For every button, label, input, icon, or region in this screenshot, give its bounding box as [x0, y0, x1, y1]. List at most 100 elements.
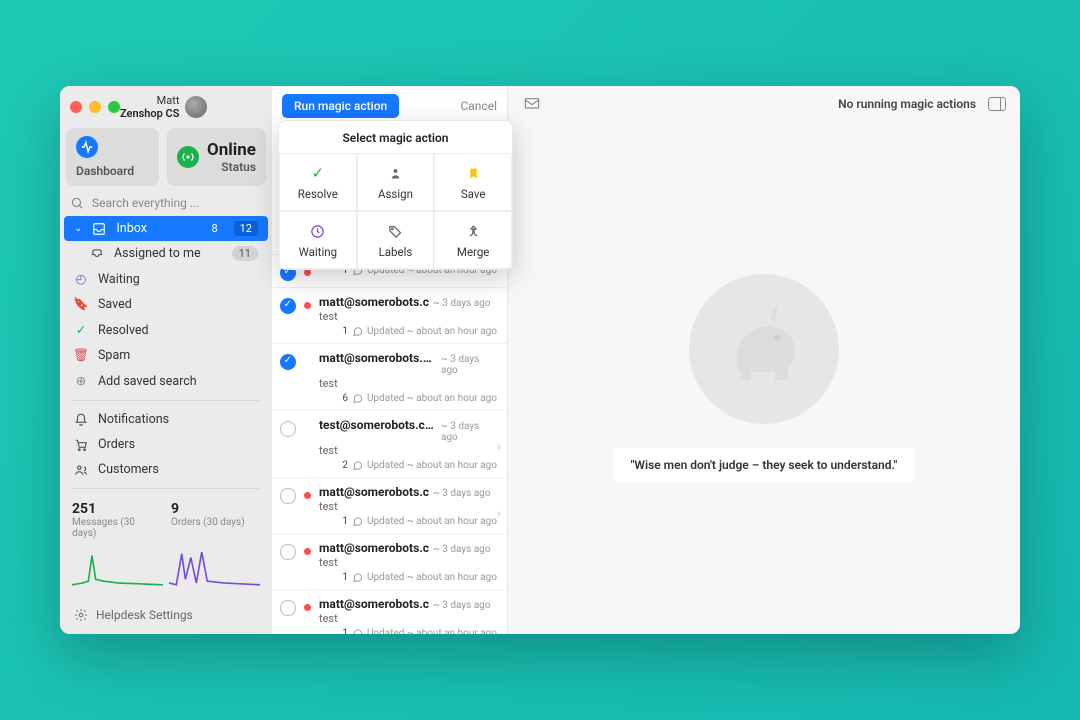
status-dot [304, 548, 311, 555]
chevron-down-icon: ⌄ [74, 223, 82, 234]
comment-icon [352, 516, 363, 527]
thread-date: ~ 3 days ago [441, 421, 497, 443]
thread-count: 2 [342, 460, 348, 471]
thread-item[interactable]: matt@somerobots.c~ 3 days agotest1Update… [272, 477, 507, 533]
action-save[interactable]: Save [434, 153, 512, 211]
thread-item[interactable]: matt@somerobots.c~ 3 days agotest1Update… [272, 533, 507, 589]
nav-assigned[interactable]: Assigned to me 11 [60, 241, 272, 266]
nav-assigned-label: Assigned to me [114, 246, 201, 261]
status-dot [304, 358, 311, 365]
thread-item[interactable]: matt@somerobots.com~ 3 days agotest6Upda… [272, 343, 507, 410]
action-labels-label: Labels [379, 245, 413, 259]
action-resolve-label: Resolve [298, 187, 338, 201]
run-magic-action-button[interactable]: Run magic action [282, 94, 399, 118]
orders-count: 9 [171, 501, 260, 517]
maximize-window-button[interactable] [108, 101, 120, 113]
nav-notifications[interactable]: Notifications [60, 407, 272, 432]
thread-count: 1 [342, 572, 348, 583]
comment-icon [352, 393, 363, 404]
minimize-window-button[interactable] [89, 101, 101, 113]
thread-from: matt@somerobots.c [319, 541, 429, 555]
select-checkbox[interactable] [280, 544, 296, 560]
nav-add-saved-label: Add saved search [98, 374, 197, 389]
action-waiting[interactable]: Waiting [279, 211, 357, 269]
thread-meta: Updated ~ about an hour ago [367, 326, 497, 337]
bell-icon [74, 413, 88, 427]
nav-inbox-label: Inbox [116, 221, 147, 236]
thread-date: ~ 3 days ago [441, 354, 497, 376]
thread-date: ~ 3 days ago [433, 600, 491, 611]
comment-icon [352, 326, 363, 337]
nav-customers[interactable]: Customers [60, 457, 272, 482]
search-placeholder: Search everything ... [92, 196, 199, 210]
action-resolve[interactable]: ✓ Resolve [279, 153, 357, 211]
panel-toggle-icon[interactable] [988, 97, 1006, 111]
action-assign[interactable]: Assign [357, 153, 435, 211]
select-checkbox[interactable] [280, 488, 296, 504]
comment-icon [352, 460, 363, 471]
person-icon [388, 165, 403, 181]
action-labels[interactable]: Labels [357, 211, 435, 269]
empty-quote: "Wise men don't judge – they seek to und… [613, 448, 916, 482]
nav-add-saved[interactable]: ⊕ Add saved search [60, 368, 272, 394]
thread-from: matt@somerobots.com [319, 351, 437, 365]
thread-subject: test [319, 500, 497, 513]
comment-icon [352, 572, 363, 583]
magic-action-popover: Select magic action ✓ Resolve Assign S [278, 120, 513, 270]
action-waiting-label: Waiting [299, 245, 337, 259]
status-value: Online [207, 140, 256, 160]
nav-spam[interactable]: 🗑 Spam [60, 343, 272, 368]
nav-waiting-label: Waiting [98, 272, 140, 287]
thread-from: matt@somerobots.c [319, 597, 429, 611]
select-checkbox[interactable] [280, 600, 296, 616]
thread-meta: Updated ~ about an hour ago [367, 460, 497, 471]
avatar[interactable] [185, 96, 207, 118]
divider [72, 488, 260, 489]
search-input[interactable]: Search everything ... [70, 196, 262, 210]
nav-resolved[interactable]: ✓ Resolved [60, 317, 272, 343]
thread-date: ~ 3 days ago [433, 544, 491, 555]
thread-item[interactable]: matt@somerobots.c~ 3 days agotest1Update… [272, 589, 507, 634]
check-icon: ✓ [74, 322, 88, 338]
messages-sparkline [72, 545, 163, 590]
thread-item[interactable]: matt@somerobots.c~ 3 days agotest1Update… [272, 287, 507, 343]
chevron-right-icon: › [497, 506, 501, 522]
assigned-icon [90, 247, 104, 261]
select-checkbox[interactable] [280, 421, 296, 437]
empty-illustration [689, 274, 839, 424]
footer-label: Helpdesk Settings [96, 608, 193, 622]
thread-item[interactable]: test@somerobots.com~ 3 days agotest2Upda… [272, 410, 507, 477]
action-merge[interactable]: Merge [434, 211, 512, 269]
messages-label: Messages (30 days) [72, 517, 161, 539]
running-status: No running magic actions [838, 97, 976, 111]
search-icon [70, 196, 84, 210]
nav-inbox[interactable]: ⌄ Inbox 8 12 [64, 216, 268, 241]
footer-settings[interactable]: Helpdesk Settings [60, 596, 272, 634]
messages-count: 251 [72, 501, 161, 517]
status-card[interactable]: Online Status [167, 128, 266, 186]
nav-waiting[interactable]: ◴ Waiting [60, 266, 272, 292]
mail-icon[interactable] [522, 96, 542, 112]
nav-orders[interactable]: Orders [60, 432, 272, 457]
tag-icon [388, 223, 403, 239]
check-icon: ✓ [312, 165, 325, 181]
nav-saved[interactable]: 🔖 Saved [60, 292, 272, 317]
thread-date: ~ 3 days ago [433, 488, 491, 499]
status-dot [304, 425, 311, 432]
comment-icon [352, 628, 363, 634]
thread-count: 6 [342, 393, 348, 404]
status-dot [304, 269, 311, 276]
window-controls [70, 101, 120, 113]
nav-customers-label: Customers [98, 462, 159, 477]
select-checkbox[interactable] [280, 354, 296, 370]
inbox-unread-count: 8 [211, 222, 219, 235]
select-checkbox[interactable] [280, 298, 296, 314]
popover-title: Select magic action [279, 121, 512, 153]
user-info[interactable]: Matt Zenshop CS [120, 94, 179, 120]
user-org: Zenshop CS [120, 107, 179, 120]
cancel-button[interactable]: Cancel [460, 99, 497, 113]
close-window-button[interactable] [70, 101, 82, 113]
status-dot [304, 604, 311, 611]
nav-resolved-label: Resolved [98, 323, 149, 338]
dashboard-card[interactable]: Dashboard [66, 128, 159, 186]
